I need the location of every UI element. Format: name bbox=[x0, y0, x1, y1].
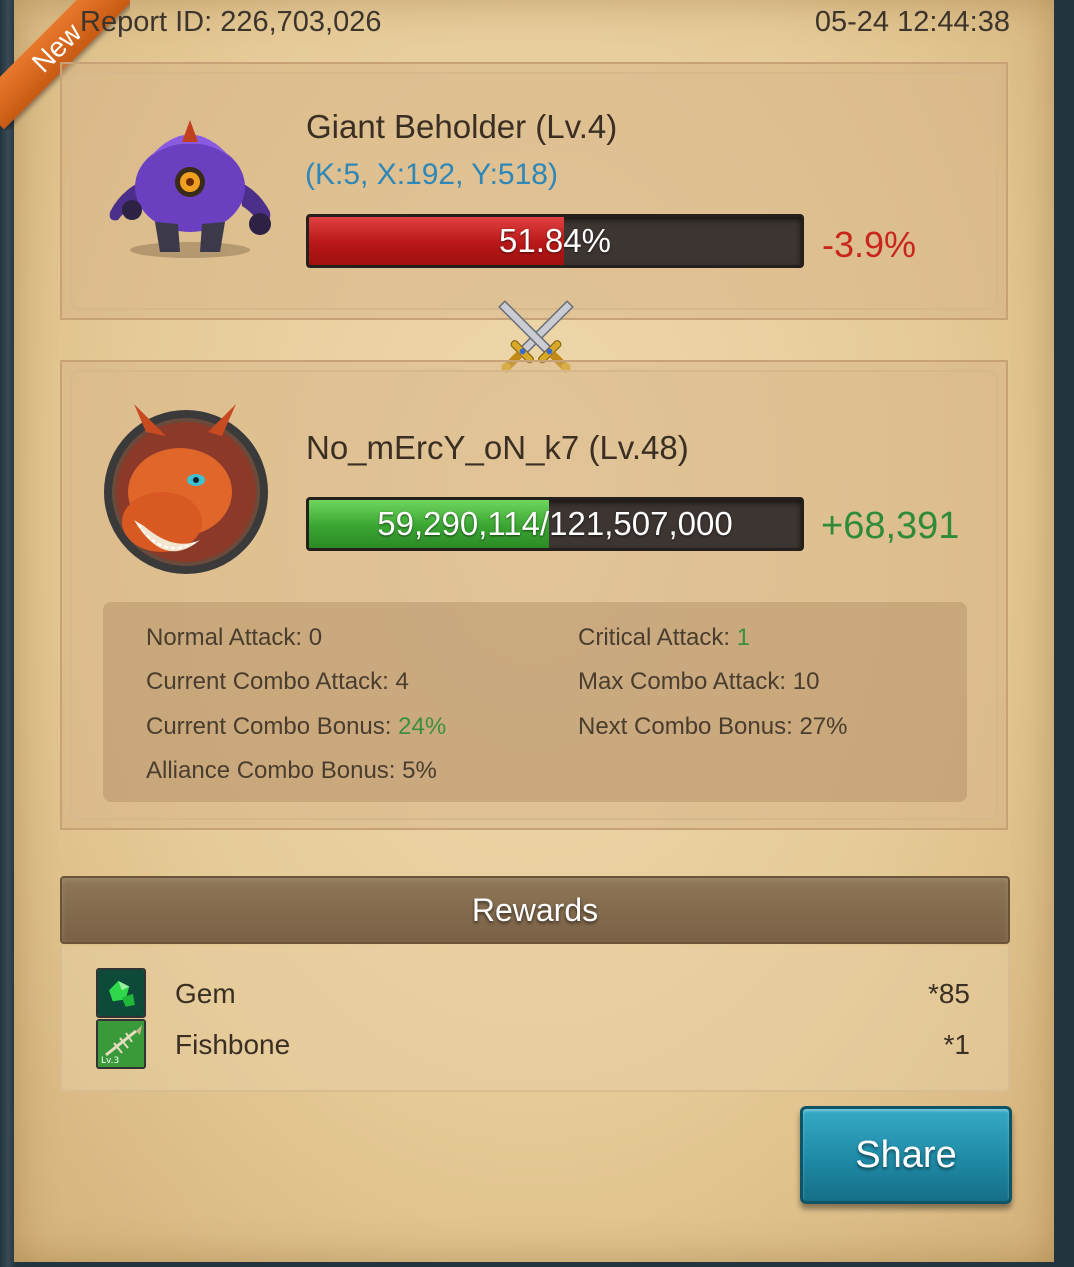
monster-health-delta: -3.9% bbox=[822, 224, 917, 265]
stat-current-combo-attack: Current Combo Attack: 4 bbox=[146, 668, 409, 696]
monster-name: Giant Beholder (Lv.4) bbox=[306, 108, 618, 145]
stat-label: Alliance Combo Bonus: bbox=[146, 757, 403, 784]
monster-coordinates[interactable]: (K:5, X:192, Y:518) bbox=[305, 158, 558, 192]
stat-value: 4 bbox=[395, 668, 409, 695]
stat-value: 5% bbox=[402, 757, 437, 784]
stat-label: Normal Attack: bbox=[146, 624, 309, 651]
reward-name: Gem bbox=[175, 978, 236, 1009]
stat-label: Current Combo Bonus: bbox=[146, 713, 399, 740]
stat-normal-attack: Normal Attack: 0 bbox=[146, 624, 322, 652]
rewards-title: Rewards bbox=[471, 892, 599, 928]
player-name[interactable]: No_mErcY_oN_k7 (Lv.48) bbox=[306, 429, 689, 467]
stat-value: 0 bbox=[308, 624, 323, 651]
stat-alliance-combo-bonus: Alliance Combo Bonus: 5% bbox=[146, 757, 437, 785]
stat-label: Next Combo Bonus: bbox=[578, 713, 800, 740]
monster-health-text: 51.84% bbox=[499, 222, 611, 259]
gem-icon[interactable] bbox=[96, 968, 146, 1018]
reward-name: Fishbone bbox=[175, 1029, 291, 1060]
stat-label: Max Combo Attack: bbox=[578, 668, 793, 695]
stat-label: Critical Attack: bbox=[578, 624, 737, 651]
stat-current-combo-bonus: Current Combo Bonus: 24% bbox=[146, 713, 446, 741]
stat-value: 1 bbox=[736, 624, 751, 651]
fishbone-level-tag: Lv.3 bbox=[101, 1056, 120, 1066]
rewards-header: Rewards bbox=[60, 876, 1010, 944]
reward-quantity: *85 bbox=[927, 978, 970, 1009]
player-power-delta: +68,391 bbox=[821, 505, 960, 547]
stat-next-combo-bonus: Next Combo Bonus: 27% bbox=[578, 713, 847, 741]
stat-max-combo-attack: Max Combo Attack: 10 bbox=[578, 668, 819, 696]
monster-health-bar: 51.84% bbox=[306, 214, 804, 268]
rewards-list bbox=[60, 946, 1010, 1092]
player-power-text: 59,290,114/121,507,000 bbox=[377, 505, 733, 542]
stat-label: Current Combo Attack: bbox=[146, 668, 396, 695]
dragon-avatar-icon[interactable] bbox=[104, 402, 268, 578]
stat-value: 10 bbox=[792, 668, 820, 695]
player-power-bar: 59,290,114/121,507,000 bbox=[306, 497, 804, 551]
fishbone-icon[interactable]: Lv.3 bbox=[96, 1019, 146, 1069]
report-timestamp: 05-24 12:44:38 bbox=[814, 6, 1010, 38]
stat-value: 24% bbox=[398, 713, 447, 740]
stat-critical-attack: Critical Attack: 1 bbox=[578, 624, 750, 652]
giant-beholder-portrait-icon bbox=[109, 120, 271, 258]
reward-quantity: *1 bbox=[943, 1029, 970, 1060]
stat-value: 27% bbox=[799, 713, 848, 740]
share-button[interactable]: Share bbox=[800, 1106, 1012, 1204]
report-id: Report ID: 226,703,026 bbox=[80, 6, 382, 38]
